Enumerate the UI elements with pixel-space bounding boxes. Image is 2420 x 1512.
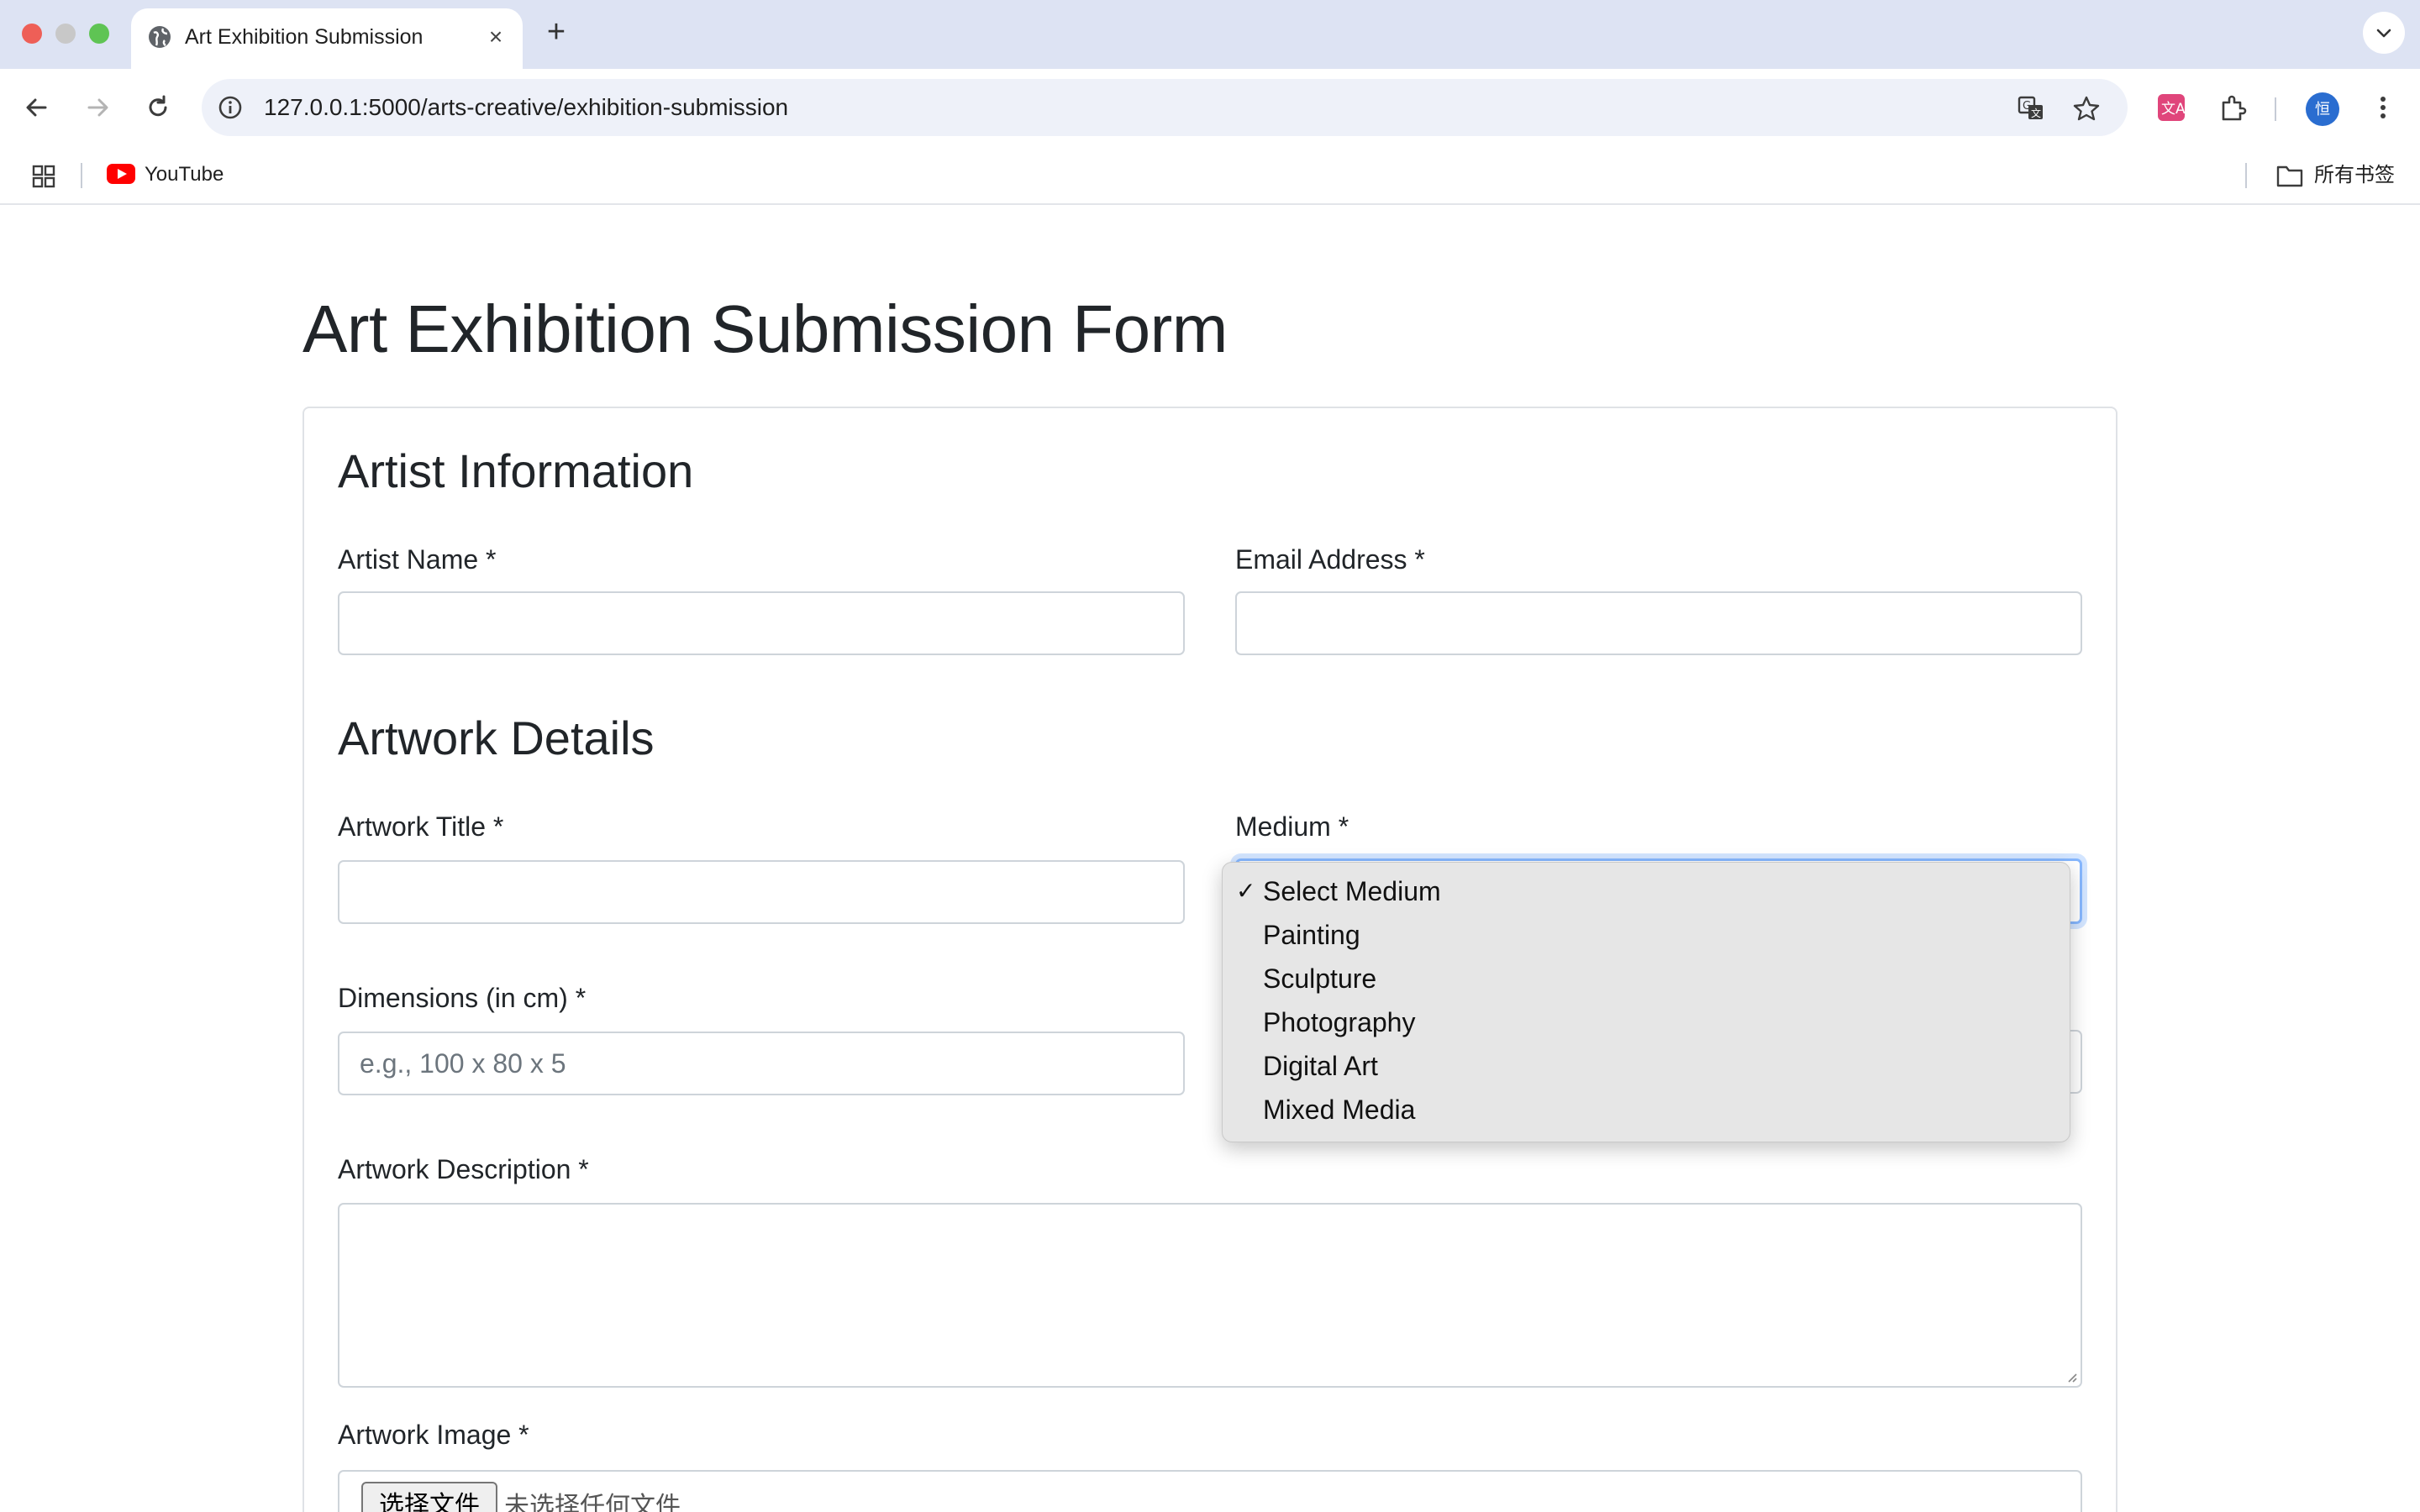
option-label: Digital Art xyxy=(1263,1051,1378,1081)
more-menu-icon[interactable] xyxy=(2366,91,2400,124)
medium-option-sculpture[interactable]: Sculpture xyxy=(1223,957,2071,1000)
svg-text:文: 文 xyxy=(2031,107,2041,119)
email-label: Email Address * xyxy=(1235,544,1425,575)
artist-name-label: Artist Name * xyxy=(338,544,497,575)
medium-option-painting[interactable]: Painting xyxy=(1223,913,2071,957)
dimensions-label: Dimensions (in cm) * xyxy=(338,983,587,1013)
youtube-icon xyxy=(107,164,135,184)
medium-option-select-medium[interactable]: ✓ Select Medium xyxy=(1223,869,2071,913)
reload-icon[interactable] xyxy=(141,91,175,124)
artwork-section-title: Artwork Details xyxy=(338,711,655,764)
tab-close-icon[interactable]: × xyxy=(484,25,508,49)
resize-grip-icon[interactable] xyxy=(2064,1369,2077,1383)
profile-avatar[interactable]: 恒 xyxy=(2306,92,2339,126)
medium-option-digital-art[interactable]: Digital Art xyxy=(1223,1044,2071,1088)
option-label: Photography xyxy=(1263,1007,1416,1037)
description-textarea[interactable] xyxy=(338,1203,2082,1388)
extensions-puzzle-icon[interactable] xyxy=(2217,91,2250,124)
new-tab-button[interactable]: + xyxy=(541,16,571,48)
choose-file-button[interactable]: 选择文件 xyxy=(361,1482,497,1512)
medium-option-photography[interactable]: Photography xyxy=(1223,1000,2071,1044)
svg-text:文A: 文A xyxy=(2161,101,2186,118)
option-label: Sculpture xyxy=(1263,963,1377,994)
bookmarks-divider xyxy=(81,163,82,188)
minimize-window-button[interactable] xyxy=(55,24,76,44)
address-bar[interactable]: 127.0.0.1:5000/arts-creative/exhibition-… xyxy=(202,79,2128,136)
all-bookmarks-button[interactable]: 所有书签 xyxy=(2314,161,2395,188)
file-status-text: 未选择任何文件 xyxy=(504,1492,681,1512)
page-title: Art Exhibition Submission Form xyxy=(302,291,1228,366)
artwork-image-label: Artwork Image * xyxy=(338,1420,529,1450)
dimensions-placeholder: e.g., 100 x 80 x 5 xyxy=(360,1048,566,1079)
chevron-down-icon xyxy=(2376,29,2391,38)
toolbar-divider xyxy=(2275,97,2276,121)
option-label: Mixed Media xyxy=(1263,1095,1416,1125)
checkmark-icon: ✓ xyxy=(1236,877,1256,905)
apps-grid-icon[interactable] xyxy=(30,163,57,190)
back-arrow-icon[interactable] xyxy=(20,91,54,124)
option-label: Painting xyxy=(1263,920,1360,950)
translate-icon[interactable]: G 文 xyxy=(2017,94,2045,123)
url-text: 127.0.0.1:5000/arts-creative/exhibition-… xyxy=(264,94,789,120)
bookmarks-bar: YouTube 所有书签 xyxy=(0,146,2420,205)
medium-label: Medium * xyxy=(1235,811,1349,842)
artwork-title-label: Artwork Title * xyxy=(338,811,504,842)
active-tab[interactable]: Art Exhibition Submission × xyxy=(131,8,523,69)
description-label: Artwork Description * xyxy=(338,1154,589,1184)
folder-icon xyxy=(2276,165,2303,187)
medium-dropdown-list: ✓ Select Medium Painting Sculpture Photo… xyxy=(1222,862,2070,1142)
dimensions-input[interactable]: e.g., 100 x 80 x 5 xyxy=(338,1032,1185,1095)
forward-arrow-icon[interactable] xyxy=(81,91,114,124)
globe-icon xyxy=(149,26,171,48)
artist-section-title: Artist Information xyxy=(338,444,694,497)
email-input[interactable] xyxy=(1235,591,2082,655)
maximize-window-button[interactable] xyxy=(89,24,109,44)
bookmark-star-icon[interactable] xyxy=(2072,94,2101,123)
tab-search-button[interactable] xyxy=(2363,12,2405,54)
tab-title: Art Exhibition Submission xyxy=(185,25,424,49)
browser-toolbar: 127.0.0.1:5000/arts-creative/exhibition-… xyxy=(0,69,2420,146)
browser-tab-bar: Art Exhibition Submission × + xyxy=(0,0,2420,69)
option-label: Select Medium xyxy=(1263,876,1441,906)
artist-name-input[interactable] xyxy=(338,591,1185,655)
medium-option-mixed-media[interactable]: Mixed Media xyxy=(1223,1088,2071,1131)
bookmarks-divider-right xyxy=(2245,163,2247,188)
translator-extension-icon[interactable]: 文A xyxy=(2154,91,2188,124)
close-window-button[interactable] xyxy=(22,24,42,44)
bookmark-youtube[interactable]: YouTube xyxy=(145,161,224,188)
artwork-title-input[interactable] xyxy=(338,860,1185,924)
artwork-image-file-input[interactable]: 选择文件 未选择任何文件 xyxy=(338,1470,2082,1512)
site-info-icon[interactable] xyxy=(217,94,244,121)
